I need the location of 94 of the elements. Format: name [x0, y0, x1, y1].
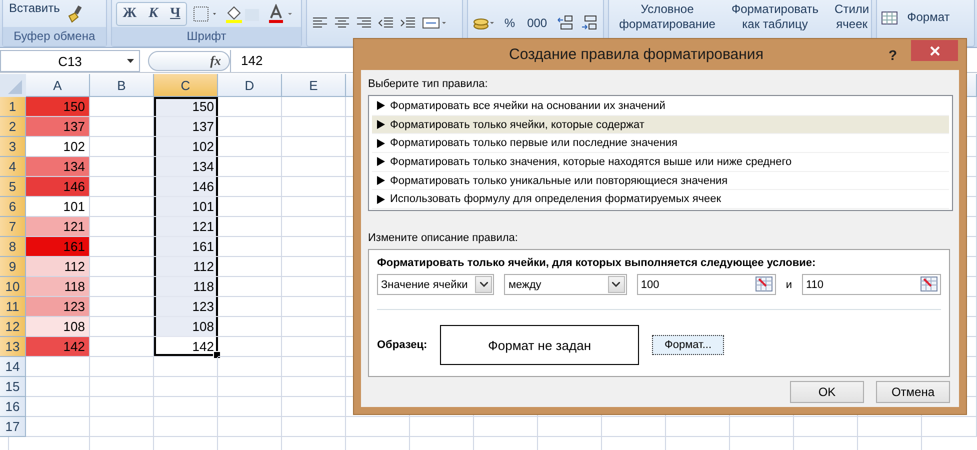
triangle-icon [377, 120, 385, 129]
close-icon [930, 46, 940, 56]
underline-button[interactable]: Ч [164, 4, 186, 24]
table-cell: 121 [26, 217, 90, 237]
format-button[interactable]: Формат... [652, 335, 724, 355]
format-button[interactable]: Формат [903, 10, 954, 24]
percent-button[interactable]: % [500, 16, 520, 30]
table-cell: 134 [26, 157, 90, 177]
cancel-button[interactable]: Отмена [876, 381, 950, 403]
merge-cells-icon[interactable] [421, 15, 448, 31]
table-cell: 150 [26, 97, 90, 117]
dropdown[interactable]: между [504, 274, 627, 295]
joiner-label: и [786, 278, 792, 290]
decrease-decimal-icon[interactable] [579, 14, 600, 32]
paste-button[interactable]: Вставить [7, 1, 62, 15]
list-item[interactable]: Форматировать только уникальные или повторяющиеся значения [372, 172, 949, 190]
list-item[interactable]: Форматировать только значения, которые находятся выше или ниже среднего [372, 153, 949, 172]
row-header[interactable]: 2 [0, 117, 26, 137]
column-header[interactable]: E [282, 74, 346, 97]
row-header[interactable]: 7 [0, 217, 26, 237]
table-cell: 146 [154, 177, 218, 197]
table-cell: 161 [154, 237, 218, 257]
row-header[interactable]: 1 [0, 97, 26, 117]
column-header[interactable]: B [90, 74, 154, 97]
group-label: Буфер обмена [3, 27, 106, 46]
range-picker-icon[interactable] [754, 276, 773, 292]
section-label: Измените описание правила: [368, 232, 519, 244]
bold-button[interactable]: Ж [116, 4, 143, 24]
table-cell: 112 [154, 257, 218, 277]
row-header[interactable]: 9 [0, 257, 26, 277]
table-cell: 142 [26, 337, 90, 357]
ok-button[interactable]: OK [790, 381, 864, 403]
fill-handle[interactable] [213, 351, 221, 359]
row-header[interactable]: 4 [0, 157, 26, 177]
table-cell: 101 [154, 197, 218, 217]
styles-button[interactable]: Стили ячеек [828, 0, 876, 34]
styles-button[interactable]: Условное форматирование [613, 0, 722, 34]
row-header[interactable]: 8 [0, 237, 26, 257]
row-header[interactable]: 13 [0, 337, 26, 357]
table-icon[interactable] [881, 10, 900, 26]
name-box[interactable]: C13 [0, 50, 140, 72]
table-cell: 123 [26, 297, 90, 317]
table-cell: 118 [26, 277, 90, 297]
row-header[interactable]: 16 [0, 397, 26, 417]
row-header[interactable]: 12 [0, 317, 26, 337]
table-cell: 134 [154, 157, 218, 177]
table-cell: 123 [154, 297, 218, 317]
dropdown[interactable]: Значение ячейки [377, 274, 494, 295]
row-header[interactable]: 11 [0, 297, 26, 317]
function-button[interactable]: fx [148, 51, 230, 71]
input-field[interactable]: 110 [802, 274, 941, 295]
styles-button[interactable]: Форматировать как таблицу [725, 0, 825, 34]
caret-icon[interactable] [127, 59, 134, 63]
window-title: Создание правила форматирования [508, 46, 764, 63]
list-item[interactable]: Форматировать только ячейки, которые содержат [372, 116, 949, 134]
range-picker-icon[interactable] [920, 276, 938, 292]
chevron-icon [480, 282, 488, 287]
row-header[interactable]: 17 [0, 417, 26, 437]
table-cell: 112 [26, 257, 90, 277]
table-cell: 137 [26, 117, 90, 137]
table-cell: 161 [26, 237, 90, 257]
table-cell: 142 [154, 337, 218, 357]
row-header[interactable]: 15 [0, 377, 26, 397]
table-cell: 137 [154, 117, 218, 137]
table-cell: 150 [154, 97, 218, 117]
row-header[interactable]: 5 [0, 177, 26, 197]
thousands-button[interactable]: 000 [523, 16, 552, 30]
row-header[interactable]: 14 [0, 357, 26, 377]
table-cell: 102 [154, 137, 218, 157]
table-cell: 121 [154, 217, 218, 237]
table-cell: 146 [26, 177, 90, 197]
close-button[interactable] [911, 40, 958, 61]
preview-label: Образец: [377, 339, 428, 351]
table-cell: 108 [154, 317, 218, 337]
column-header[interactable]: C [154, 74, 218, 97]
input-field[interactable]: 100 [636, 274, 776, 295]
row-header[interactable]: 6 [0, 197, 26, 217]
column-header[interactable]: D [218, 74, 282, 97]
increase-decimal-icon[interactable] [555, 14, 576, 32]
chevron-icon [612, 282, 620, 287]
table-cell: 108 [26, 317, 90, 337]
preview-box: Формат не задан [440, 325, 639, 365]
column-header[interactable]: A [26, 74, 90, 97]
list-item[interactable]: Форматировать только первые или последние значения [372, 134, 949, 154]
italic-button[interactable]: К [142, 4, 164, 24]
list-item[interactable]: Использовать формулу для определения форматируемых ячеек [372, 190, 949, 210]
section-label: Выберите тип правила: [368, 78, 489, 90]
table-cell: 118 [154, 277, 218, 297]
help-button[interactable]: ? [888, 46, 897, 62]
brush-icon[interactable] [66, 4, 84, 22]
condition-heading: Форматировать только ячейки, для которых выполняется следующее условие: [377, 257, 817, 269]
row-header[interactable]: 10 [0, 277, 26, 297]
group-label: Шрифт [112, 27, 302, 46]
row-header[interactable]: 3 [0, 137, 26, 157]
